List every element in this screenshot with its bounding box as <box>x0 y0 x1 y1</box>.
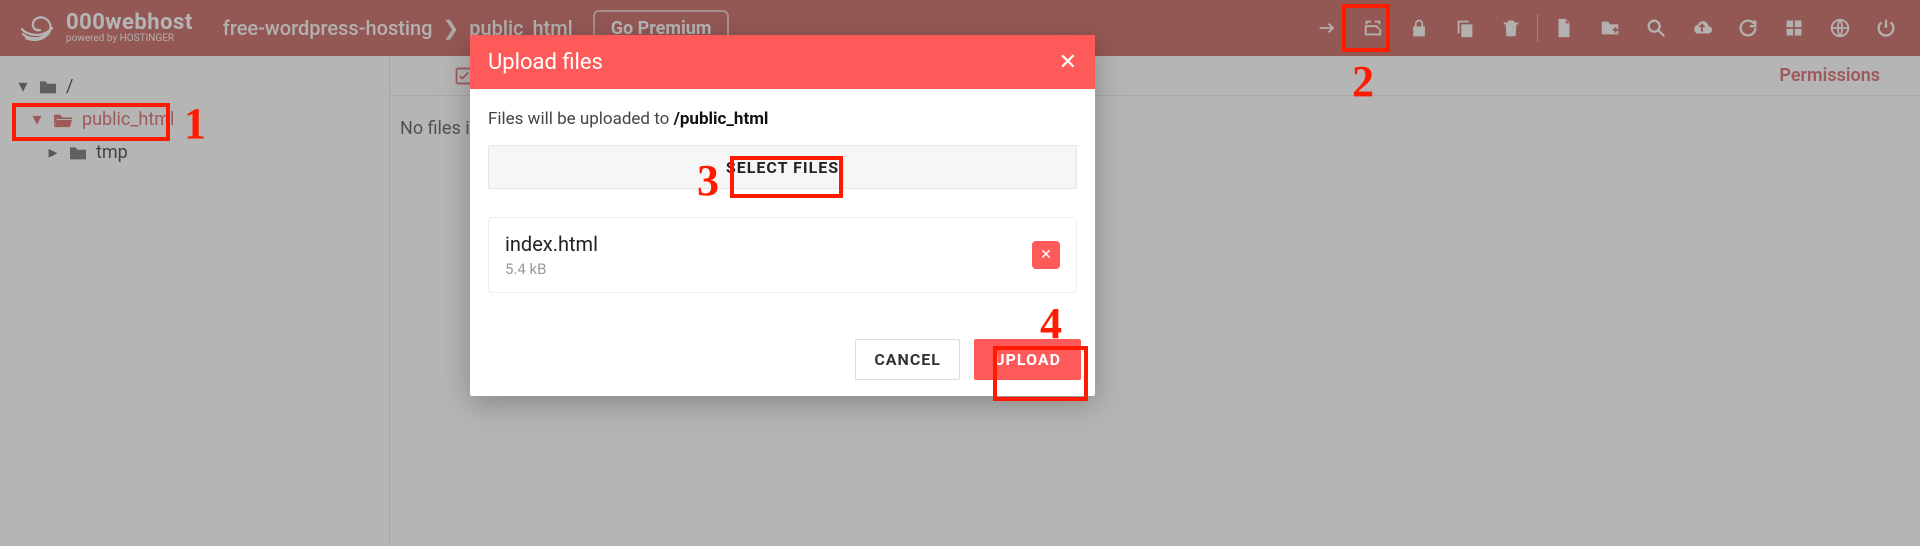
delete-icon[interactable] <box>1497 14 1525 42</box>
toolbar-divider <box>1537 14 1538 42</box>
brand-swirl-icon <box>20 10 56 46</box>
new-folder-icon[interactable] <box>1596 14 1624 42</box>
toolbar-file-ops <box>1313 14 1525 42</box>
chevron-down-icon: ▾ <box>30 113 44 127</box>
copy-icon[interactable] <box>1451 14 1479 42</box>
new-file-icon[interactable] <box>1550 14 1578 42</box>
upload-icon[interactable] <box>1688 14 1716 42</box>
chevron-right-icon: ▸ <box>46 146 60 160</box>
refresh-icon[interactable] <box>1734 14 1762 42</box>
globe-icon[interactable] <box>1826 14 1854 42</box>
tree-item-tmp[interactable]: ▸ tmp <box>40 136 379 169</box>
column-permissions[interactable]: Permissions <box>1779 65 1880 86</box>
folder-open-icon <box>52 112 74 128</box>
modal-header: Upload files ✕ <box>470 35 1095 89</box>
modal-footer: CANCEL UPLOAD <box>470 299 1095 396</box>
brand-sub: powered by HOSTINGER <box>66 34 193 44</box>
remove-file-button[interactable]: ✕ <box>1032 241 1060 269</box>
brand-name: 000webhost <box>66 12 193 34</box>
move-icon[interactable] <box>1313 14 1341 42</box>
upload-target-text: Files will be uploaded to /public_html <box>488 109 1077 129</box>
close-icon[interactable]: ✕ <box>1059 50 1077 75</box>
tree-item-public-html[interactable]: ▾ public_html <box>24 103 379 136</box>
folder-icon <box>38 79 58 95</box>
queued-file-name: index.html <box>505 232 598 256</box>
chevron-right-icon: ❯ <box>442 16 459 40</box>
toolbar-actions <box>1550 14 1900 42</box>
tree-item-label: public_html <box>82 109 174 130</box>
chevron-down-icon: ▾ <box>16 80 30 94</box>
grid-view-icon[interactable] <box>1780 14 1808 42</box>
search-icon[interactable] <box>1642 14 1670 42</box>
tree-root-label: / <box>66 76 73 97</box>
power-icon[interactable] <box>1872 14 1900 42</box>
folder-tree: ▾ / ▾ public_html ▸ tmp <box>0 56 390 546</box>
upload-target-prefix: Files will be uploaded to <box>488 109 674 129</box>
permissions-icon[interactable] <box>1405 14 1433 42</box>
folder-icon <box>68 145 88 161</box>
tree-root[interactable]: ▾ / <box>10 70 379 103</box>
upload-target-path: /public_html <box>674 109 769 129</box>
queued-file: index.html 5.4 kB ✕ <box>488 217 1077 293</box>
upload-button[interactable]: UPLOAD <box>974 339 1081 380</box>
modal-title: Upload files <box>488 50 603 75</box>
upload-modal: Upload files ✕ Files will be uploaded to… <box>470 35 1095 396</box>
breadcrumb-site[interactable]: free-wordpress-hosting <box>223 16 433 40</box>
select-files-button[interactable]: SELECT FILES <box>488 145 1077 189</box>
tree-item-label: tmp <box>96 142 128 163</box>
rename-icon[interactable] <box>1359 14 1387 42</box>
cancel-button[interactable]: CANCEL <box>855 339 960 380</box>
brand-logo[interactable]: 000webhost powered by HOSTINGER <box>20 10 193 46</box>
queued-file-size: 5.4 kB <box>505 260 598 278</box>
